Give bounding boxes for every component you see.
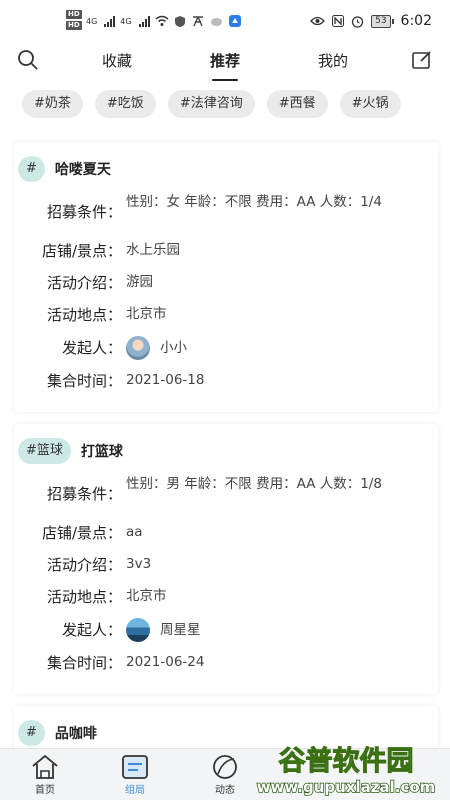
nav-feed-label: 动态 <box>215 784 235 796</box>
card-header: #篮球 打篮球 <box>18 438 123 464</box>
row-location: 活动地点： 北京市 <box>14 304 438 325</box>
clock: 6:02 <box>400 13 432 29</box>
search-icon[interactable] <box>16 48 40 72</box>
watermark-url: www.gupuxlazal.com <box>257 778 436 796</box>
row-initiator: 发起人： 周星星 <box>14 618 438 642</box>
store-label: 店铺/景点： <box>41 242 122 260</box>
intro-value: 游园 <box>126 274 153 290</box>
time-label: 集合时间： <box>46 372 122 390</box>
signal-icon <box>104 15 116 27</box>
card-title: 品咖啡 <box>54 726 97 742</box>
feed-icon <box>213 754 237 779</box>
home-icon <box>32 754 58 779</box>
status-left: 4G 4G <box>86 14 242 28</box>
row-intro: 活动介绍： 游园 <box>14 272 438 293</box>
tag-chip[interactable]: #奶茶 <box>22 90 83 118</box>
hd-indicators: HD HD <box>66 10 82 30</box>
location-label: 活动地点： <box>46 306 122 324</box>
watermark-title: 谷普软件园 <box>279 745 414 777</box>
avatar[interactable] <box>126 336 150 360</box>
activity-card[interactable]: #篮球 打篮球 招募条件： 性别：男 年龄：不限 费用：AA 人数：1/8 店铺… <box>14 424 438 694</box>
time-value: 2021-06-24 <box>126 654 205 670</box>
status-right: 53 6:02 <box>310 13 432 29</box>
avatar[interactable] <box>126 618 150 642</box>
app-notification-icon <box>192 16 203 27</box>
status-bar: HD HD 4G 4G 53 6:02 <box>0 0 450 42</box>
top-nav: 收藏 推荐 我的 <box>0 42 450 78</box>
intro-label: 活动介绍： <box>46 556 122 574</box>
signal-icon-2 <box>138 15 150 27</box>
battery-level: 53 <box>371 14 391 28</box>
intro-label: 活动介绍： <box>46 274 122 292</box>
row-time: 集合时间： 2021-06-24 <box>14 652 438 673</box>
row-intro: 活动介绍： 3v3 <box>14 554 438 575</box>
requirements-value: 性别：女 年龄：不限 费用：AA 人数：1/4 <box>126 194 382 210</box>
requirements-label: 招募条件： <box>46 203 122 221</box>
network-type-2: 4G <box>120 16 132 26</box>
hd-badge-1: HD <box>66 10 82 19</box>
network-type-1: 4G <box>86 16 98 26</box>
card-title: 哈喽夏天 <box>54 162 111 178</box>
top-tabs: 收藏 推荐 我的 <box>72 42 378 78</box>
row-requirements: 招募条件： 性别：女 年龄：不限 费用：AA 人数：1/4 <box>14 192 438 232</box>
row-requirements: 招募条件： 性别：男 年龄：不限 费用：AA 人数：1/8 <box>14 474 438 514</box>
time-value: 2021-06-18 <box>126 372 205 388</box>
nfc-icon <box>332 15 345 27</box>
group-icon <box>122 754 148 779</box>
app-badge-icon <box>228 15 241 27</box>
activity-card[interactable]: # 哈喽夏天 招募条件： 性别：女 年龄：不限 费用：AA 人数：1/4 店铺/… <box>14 142 438 412</box>
tag-chip[interactable]: #吃饭 <box>94 90 156 118</box>
nav-group[interactable]: 组局 <box>90 749 180 800</box>
card-tag-badge: # <box>18 156 45 182</box>
battery-indicator: 53 <box>371 14 394 28</box>
tag-chip[interactable]: #火锅 <box>339 90 401 118</box>
row-location: 活动地点： 北京市 <box>14 586 438 607</box>
wifi-icon <box>155 15 169 26</box>
initiator-label: 发起人： <box>61 621 122 639</box>
card-tag-badge: # <box>18 720 45 746</box>
initiator-name: 周星星 <box>160 622 201 638</box>
hd-badge-2: HD <box>66 21 82 30</box>
edit-icon[interactable] <box>410 48 434 72</box>
nav-home[interactable]: 首页 <box>0 749 90 800</box>
initiator-label: 发起人： <box>61 339 122 357</box>
time-label: 集合时间： <box>46 654 122 672</box>
tag-chip[interactable]: #法律咨询 <box>167 90 255 118</box>
card-header: # 品咖啡 <box>18 720 97 746</box>
tag-chip[interactable]: #西餐 <box>266 90 328 118</box>
store-label: 店铺/景点： <box>41 524 122 542</box>
eye-icon <box>310 16 325 26</box>
location-value: 北京市 <box>126 588 167 604</box>
shield-icon <box>174 15 185 27</box>
card-header: # 哈喽夏天 <box>18 156 111 182</box>
initiator-value[interactable]: 小小 <box>126 336 438 360</box>
row-store: 店铺/景点： 水上乐园 <box>14 240 438 261</box>
card-title: 打篮球 <box>80 444 123 460</box>
store-value: 水上乐园 <box>126 242 180 258</box>
nav-home-label: 首页 <box>35 784 55 796</box>
location-value: 北京市 <box>126 306 167 322</box>
location-label: 活动地点： <box>46 588 122 606</box>
card-tag-badge: #篮球 <box>18 438 71 464</box>
requirements-label: 招募条件： <box>46 485 122 503</box>
tab-mine[interactable]: 我的 <box>306 44 360 77</box>
watermark-logo: 谷普软件园 www.gupuxlazal.com <box>256 745 436 797</box>
row-store: 店铺/景点： aa <box>14 522 438 543</box>
intro-value: 3v3 <box>126 556 152 572</box>
row-initiator: 发起人： 小小 <box>14 336 438 360</box>
alarm-icon <box>351 15 364 28</box>
tag-chip-row: #奶茶 #吃饭 #法律咨询 #西餐 #火锅 <box>22 90 450 120</box>
row-time: 集合时间： 2021-06-18 <box>14 370 438 391</box>
tab-recommended[interactable]: 推荐 <box>198 44 252 77</box>
tab-favorites[interactable]: 收藏 <box>90 44 144 77</box>
cloud-icon <box>210 17 222 26</box>
initiator-name: 小小 <box>160 340 187 356</box>
nav-group-label: 组局 <box>125 784 145 796</box>
store-value: aa <box>126 524 143 540</box>
requirements-value: 性别：男 年龄：不限 费用：AA 人数：1/8 <box>126 476 382 492</box>
initiator-value[interactable]: 周星星 <box>126 618 438 642</box>
